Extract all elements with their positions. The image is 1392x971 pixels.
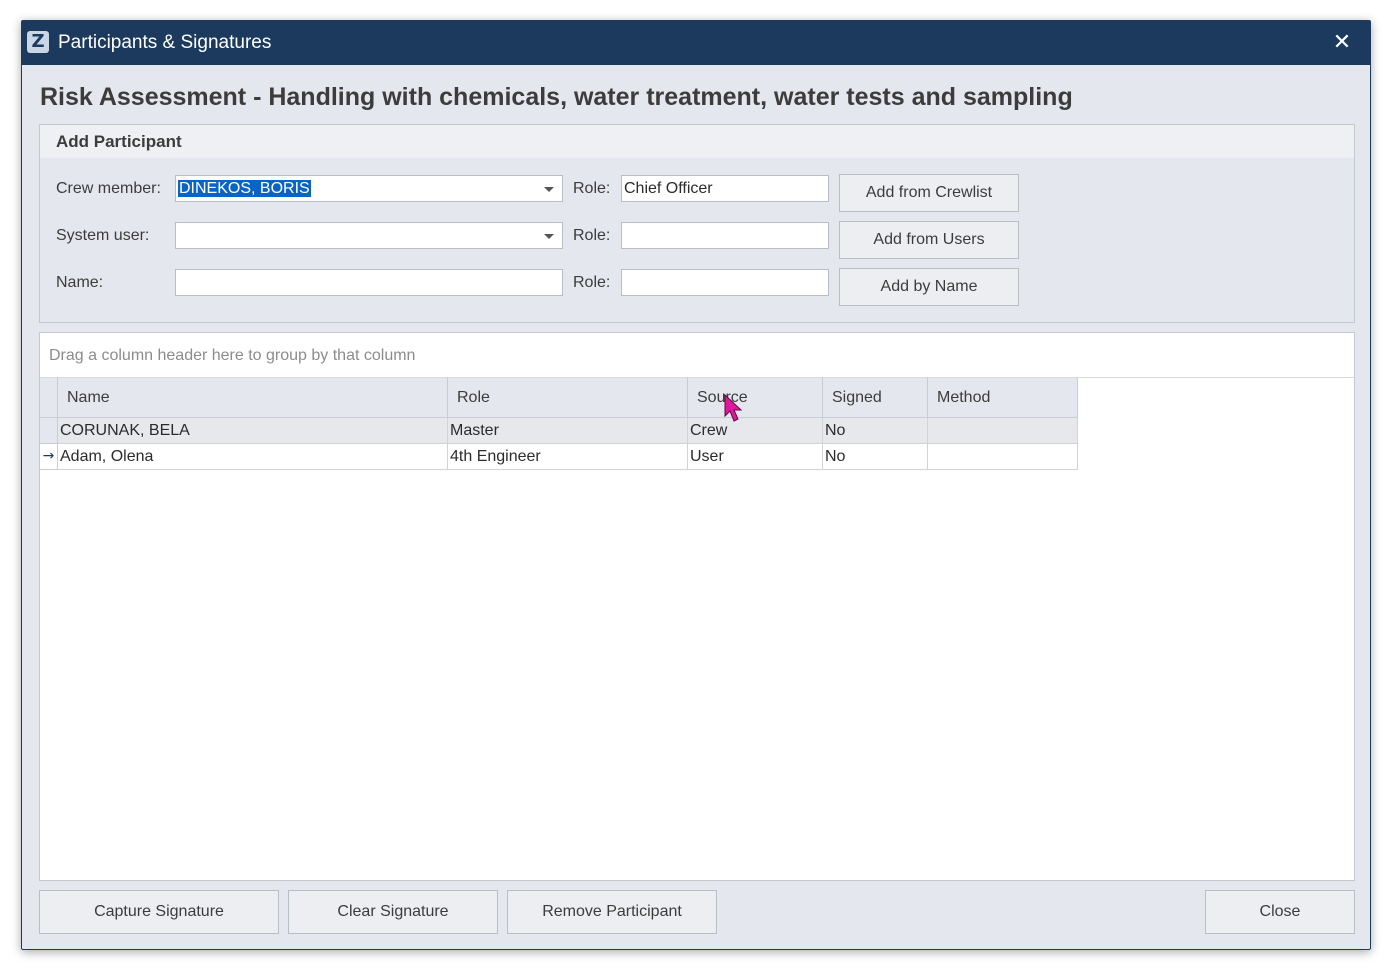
page-title: Risk Assessment - Handling with chemical… <box>40 83 1073 111</box>
system-user-dropdown[interactable] <box>175 222 563 249</box>
column-header-signed[interactable]: Signed <box>823 378 928 418</box>
cell-name[interactable]: CORUNAK, BELA <box>58 418 448 444</box>
dialog-window: Z Participants & Signatures ✕ Risk Asses… <box>21 20 1371 950</box>
name-label: Name: <box>56 274 104 291</box>
chevron-down-icon[interactable] <box>544 234 554 239</box>
add-from-users-button[interactable]: Add from Users <box>839 221 1019 259</box>
cell-signed[interactable]: No <box>823 418 928 444</box>
column-header-source[interactable]: Source <box>688 378 823 418</box>
add-participant-title: Add Participant <box>56 132 182 151</box>
column-header-method[interactable]: Method <box>928 378 1078 418</box>
cell-source[interactable]: Crew <box>688 418 823 444</box>
user-role-label: Role: <box>573 227 611 244</box>
remove-participant-button[interactable]: Remove Participant <box>507 890 717 934</box>
group-by-panel[interactable]: Drag a column header here to group by th… <box>40 333 1354 378</box>
arrow-right-icon[interactable]: → <box>40 444 58 470</box>
cell-method[interactable] <box>928 418 1078 444</box>
crew-role-input[interactable]: Chief Officer <box>621 175 829 202</box>
close-button[interactable]: Close <box>1205 890 1355 934</box>
name-role-label: Role: <box>573 274 611 291</box>
chevron-down-icon[interactable] <box>544 187 554 192</box>
crew-role-label: Role: <box>573 180 611 197</box>
name-role-input[interactable] <box>621 269 829 296</box>
add-from-crewlist-button[interactable]: Add from Crewlist <box>839 174 1019 212</box>
system-user-label: System user: <box>56 227 150 244</box>
cell-role[interactable]: Master <box>448 418 688 444</box>
capture-signature-button[interactable]: Capture Signature <box>39 890 279 934</box>
mouse-cursor-icon <box>724 394 743 422</box>
cell-signed[interactable]: No <box>823 444 928 470</box>
column-header-role[interactable]: Role <box>448 378 688 418</box>
cell-role[interactable]: 4th Engineer <box>448 444 688 470</box>
app-logo-icon: Z <box>27 31 49 53</box>
row-indicator-cell[interactable] <box>40 418 58 444</box>
header-indicator-cell <box>40 378 58 418</box>
title-bar: Z Participants & Signatures ✕ <box>22 21 1370 65</box>
cell-method[interactable] <box>928 444 1078 470</box>
name-input[interactable] <box>175 269 563 296</box>
clear-signature-button[interactable]: Clear Signature <box>288 890 498 934</box>
group-by-hint: Drag a column header here to group by th… <box>49 347 416 364</box>
crew-member-dropdown[interactable]: DINEKOS, BORIS <box>175 175 563 202</box>
column-header-name[interactable]: Name <box>58 378 448 418</box>
add-participant-panel: Add Participant Crew member: DINEKOS, BO… <box>39 124 1355 323</box>
crew-member-label: Crew member: <box>56 180 161 197</box>
cell-name[interactable]: Adam, Olena <box>58 444 448 470</box>
add-by-name-button[interactable]: Add by Name <box>839 268 1019 306</box>
user-role-input[interactable] <box>621 222 829 249</box>
add-participant-header: Add Participant <box>40 125 1354 158</box>
close-icon[interactable]: ✕ <box>1328 29 1356 57</box>
window-title: Participants & Signatures <box>58 32 272 53</box>
participants-grid: Drag a column header here to group by th… <box>39 332 1355 881</box>
crew-member-value: DINEKOS, BORIS <box>178 180 311 197</box>
cell-source[interactable]: User <box>688 444 823 470</box>
